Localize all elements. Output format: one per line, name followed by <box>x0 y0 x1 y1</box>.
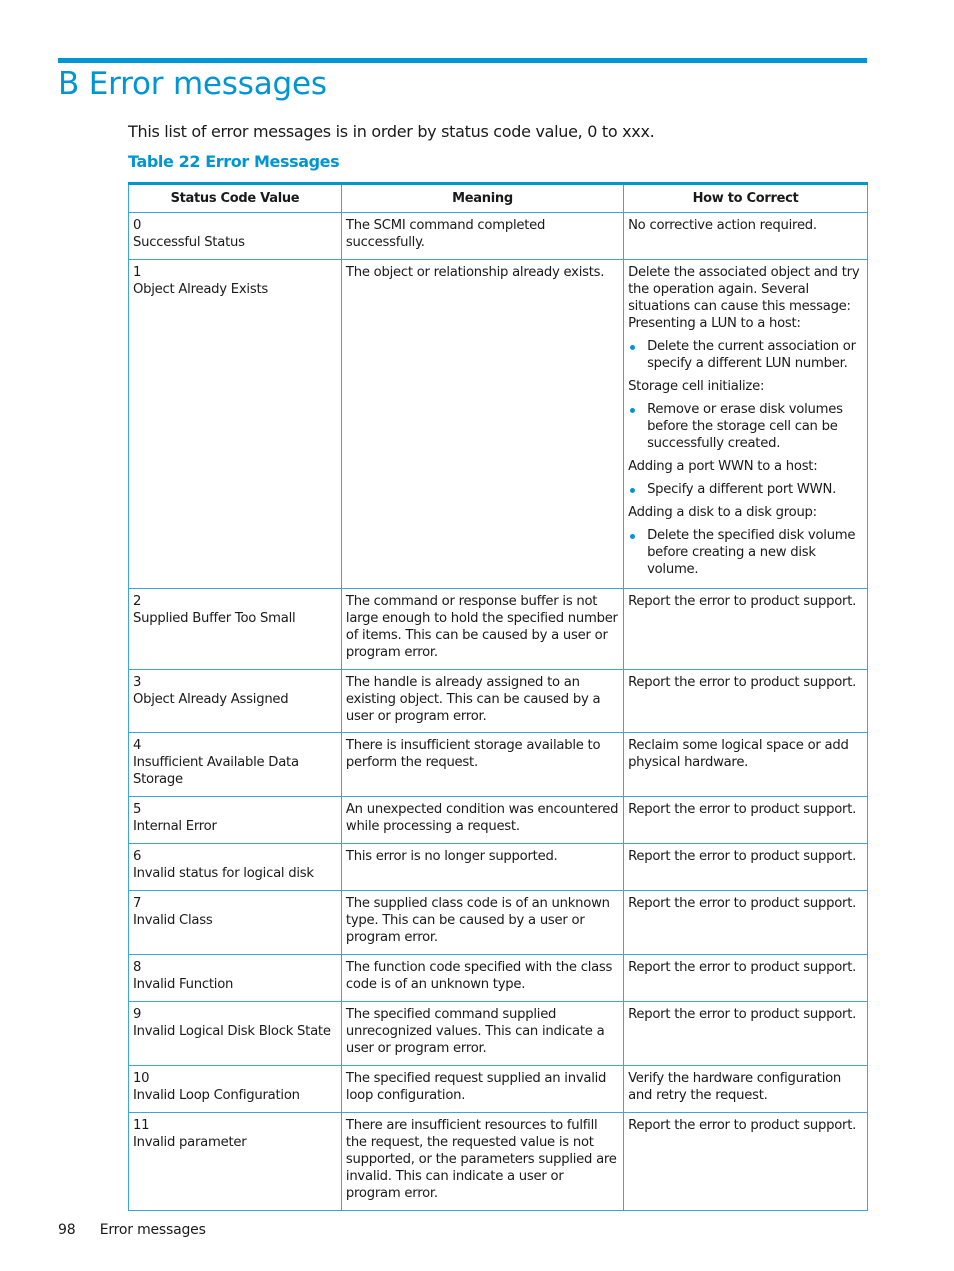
fix-cell: Report the error to product support. <box>623 954 868 1002</box>
meaning-cell: The function code specified with the cla… <box>340 954 625 1002</box>
meaning-cell: The command or response buffer is not la… <box>340 588 625 670</box>
bullet-list: Specify a different port WWN. <box>628 481 863 498</box>
table-row: 2 Supplied Buffer Too Small The command o… <box>128 588 868 670</box>
status-cell: 5 Internal Error <box>128 796 342 844</box>
status-name: Invalid Class <box>133 913 213 928</box>
status-code: 5 <box>133 802 142 817</box>
status-code: 3 <box>133 675 142 690</box>
chapter-rule <box>58 58 867 63</box>
page-footer: 98 Error messages <box>58 1222 206 1238</box>
fix-intro: Delete the associated object and try the… <box>628 265 860 314</box>
footer-section-title: Error messages <box>99 1222 206 1238</box>
bullet-list: Delete the current association or specif… <box>628 338 863 372</box>
meaning-cell: There is insufficient storage available … <box>340 732 625 797</box>
status-name: Supplied Buffer Too Small <box>133 611 296 626</box>
bullet-item: Remove or erase disk volumes before the … <box>628 401 863 452</box>
status-name: Object Already Assigned <box>133 692 289 707</box>
status-cell: 6 Invalid status for logical disk <box>128 843 342 891</box>
status-code: 7 <box>133 896 142 911</box>
status-cell: 0 Successful Status <box>128 212 342 260</box>
table-row: 7 Invalid Class The supplied class code i… <box>128 890 868 955</box>
bullet-item: Specify a different port WWN. <box>628 481 863 498</box>
table-row: 6 Invalid status for logical disk This er… <box>128 843 868 891</box>
meaning-cell: The supplied class code is of an unknown… <box>340 890 625 955</box>
fix-cell: Report the error to product support. <box>623 1112 868 1211</box>
bullet-list: Remove or erase disk volumes before the … <box>628 401 863 452</box>
bullet-item: Delete the current association or specif… <box>628 338 863 372</box>
status-code: 0 <box>133 218 142 233</box>
error-messages-table: Status Code Value Meaning How to Correct… <box>128 182 868 1211</box>
header-status-code: Status Code Value <box>128 182 342 213</box>
fix-cell: Report the error to product support. <box>623 796 868 844</box>
meaning-cell: The object or relationship already exist… <box>340 259 625 589</box>
fix-cell: Verify the hardware configuration and re… <box>623 1065 868 1113</box>
status-name: Invalid parameter <box>133 1135 247 1150</box>
status-code: 4 <box>133 738 142 753</box>
status-code: 8 <box>133 960 142 975</box>
status-cell: 9 Invalid Logical Disk Block State <box>128 1001 342 1066</box>
fix-cell: No corrective action required. <box>623 212 868 260</box>
status-cell: 2 Supplied Buffer Too Small <box>128 588 342 670</box>
table-row: 11 Invalid parameter There are insufficie… <box>128 1112 868 1211</box>
status-name: Internal Error <box>133 819 217 834</box>
meaning-cell: The specified command supplied unrecogni… <box>340 1001 625 1066</box>
status-cell: 10 Invalid Loop Configuration <box>128 1065 342 1113</box>
table-row: 3 Object Already Assigned The handle is a… <box>128 669 868 733</box>
status-name: Invalid Loop Configuration <box>133 1088 300 1103</box>
status-name: Successful Status <box>133 235 245 250</box>
status-code: 1 <box>133 265 142 280</box>
page-number: 98 <box>58 1222 76 1238</box>
status-cell: 8 Invalid Function <box>128 954 342 1002</box>
fix-group-label: Adding a disk to a disk group: <box>628 505 817 520</box>
meaning-cell: This error is no longer supported. <box>340 843 625 891</box>
status-name: Invalid Logical Disk Block State <box>133 1024 331 1039</box>
status-code: 9 <box>133 1007 142 1022</box>
status-name: Invalid Function <box>133 977 234 992</box>
table-row: 8 Invalid Function The function code spec… <box>128 954 868 1002</box>
status-name: Invalid status for logical disk <box>133 866 314 881</box>
status-code: 6 <box>133 849 142 864</box>
table-row: 4 Insufficient Available Data Storage The… <box>128 732 868 797</box>
meaning-cell: An unexpected condition was encountered … <box>340 796 625 844</box>
status-cell: 4 Insufficient Available Data Storage <box>128 732 342 797</box>
fix-cell: Reclaim some logical space or add physic… <box>623 732 868 797</box>
status-cell: 1 Object Already Exists <box>128 259 342 589</box>
fix-group-label: Storage cell initialize: <box>628 379 765 394</box>
status-code: 11 <box>133 1118 150 1133</box>
bullet-item: Delete the specified disk volume before … <box>628 527 863 578</box>
status-code: 10 <box>133 1071 150 1086</box>
status-name: Object Already Exists <box>133 282 268 297</box>
fix-cell: Report the error to product support. <box>623 588 868 670</box>
header-how-to-correct: How to Correct <box>623 182 868 213</box>
table-row: 5 Internal Error An unexpected condition … <box>128 796 868 844</box>
meaning-cell: The SCMI command completed successfully. <box>340 212 625 260</box>
fix-cell: Report the error to product support. <box>623 669 868 733</box>
bullet-list: Delete the specified disk volume before … <box>628 527 863 578</box>
table-row: 1 Object Already Exists The object or rel… <box>128 259 868 589</box>
table-row: 0 Successful Status The SCMI command comp… <box>128 212 868 260</box>
fix-cell: Report the error to product support. <box>623 843 868 891</box>
fix-group-label: Presenting a LUN to a host: <box>628 316 801 331</box>
table-row: 9 Invalid Logical Disk Block State The sp… <box>128 1001 868 1066</box>
header-meaning: Meaning <box>340 182 625 213</box>
status-cell: 3 Object Already Assigned <box>128 669 342 733</box>
status-name: Insufficient Available Data Storage <box>133 755 299 787</box>
fix-group-label: Adding a port WWN to a host: <box>628 459 818 474</box>
table-caption: Table 22 Error Messages <box>128 152 340 171</box>
status-code: 2 <box>133 594 142 609</box>
fix-cell: Report the error to product support. <box>623 890 868 955</box>
table-header-row: Status Code Value Meaning How to Correct <box>128 182 868 213</box>
meaning-cell: The specified request supplied an invali… <box>340 1065 625 1113</box>
status-cell: 11 Invalid parameter <box>128 1112 342 1211</box>
intro-paragraph: This list of error messages is in order … <box>128 122 655 141</box>
table-row: 10 Invalid Loop Configuration The specifi… <box>128 1065 868 1113</box>
status-cell: 7 Invalid Class <box>128 890 342 955</box>
fix-cell: Report the error to product support. <box>623 1001 868 1066</box>
chapter-title: B Error messages <box>58 66 327 102</box>
meaning-cell: The handle is already assigned to an exi… <box>340 669 625 733</box>
meaning-cell: There are insufficient resources to fulf… <box>340 1112 625 1211</box>
fix-cell: Delete the associated object and try the… <box>623 259 868 589</box>
